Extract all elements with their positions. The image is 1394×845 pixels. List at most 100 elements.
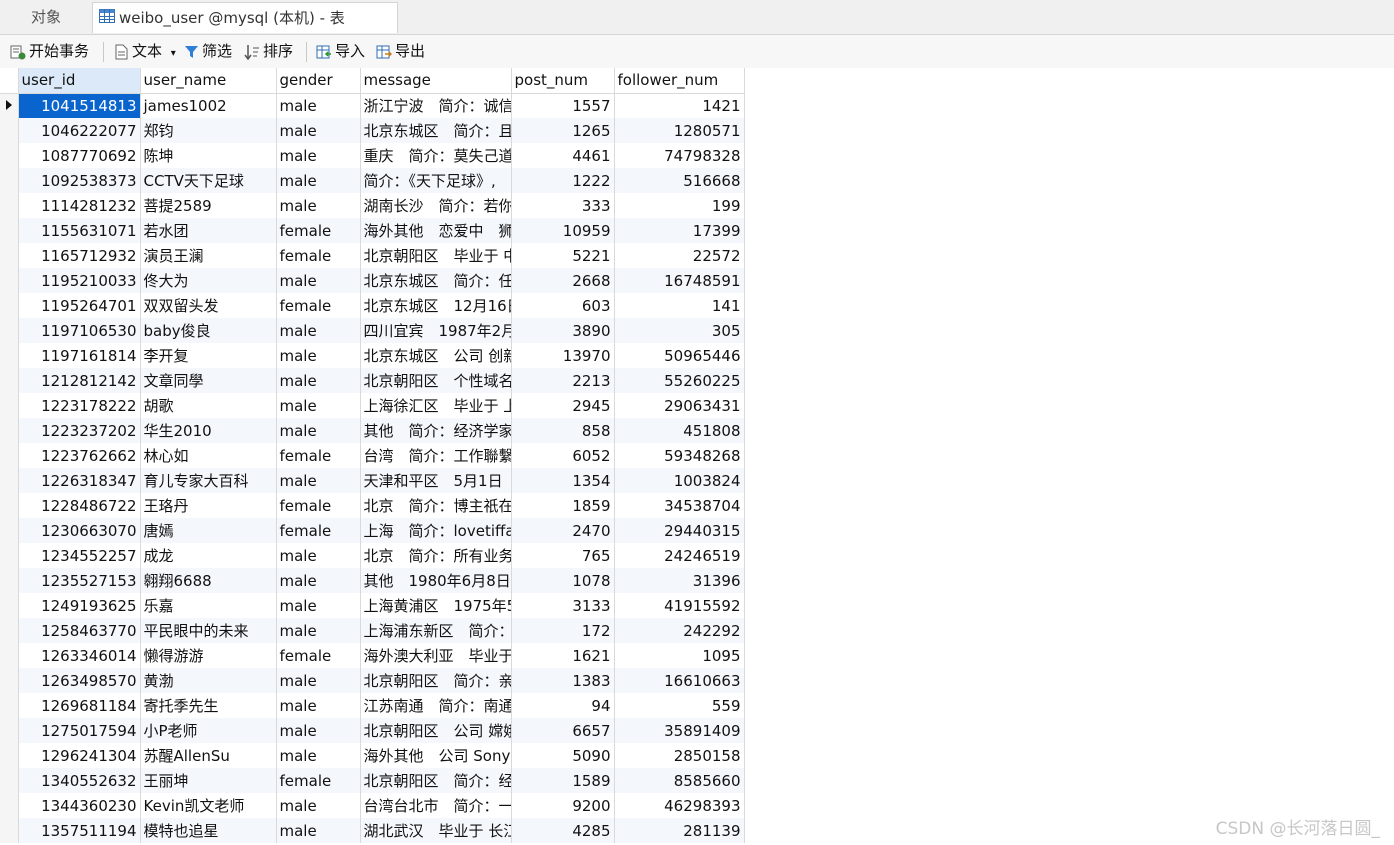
table-row[interactable]: 1195264701 双双留头发 female 北京东城区 12月16日 603 141 [0, 293, 745, 318]
cell-user-id[interactable]: 1223178222 [18, 393, 141, 418]
cell-post-num[interactable]: 2213 [511, 368, 615, 393]
cell-follower-num[interactable]: 16748591 [614, 268, 745, 293]
cell-user-id[interactable]: 1165712932 [18, 243, 141, 268]
cell-post-num[interactable]: 13970 [511, 343, 615, 368]
cell-user-id[interactable]: 1223237202 [18, 418, 141, 443]
table-row[interactable]: 1249193625 乐嘉 male 上海黄浦区 1975年5 3133 41915592 [0, 593, 745, 618]
cell-message[interactable]: 上海黄浦区 1975年5 [360, 593, 512, 618]
cell-post-num[interactable]: 2668 [511, 268, 615, 293]
cell-follower-num[interactable]: 22572 [614, 243, 745, 268]
row-marker[interactable] [0, 743, 19, 768]
cell-message[interactable]: 上海 简介：lovetiffany [360, 518, 512, 543]
table-row[interactable]: 1223762662 林心如 female 台湾 简介：工作聯繫 6052 5934826… [0, 443, 745, 468]
filter-button[interactable]: 筛选 [184, 35, 232, 68]
cell-user-name[interactable]: 唐嫣 [140, 518, 277, 543]
cell-gender[interactable]: male [276, 543, 361, 568]
row-marker[interactable] [0, 793, 19, 818]
cell-gender[interactable]: male [276, 743, 361, 768]
table-row[interactable]: 1234552257 成龙 male 北京 简介：所有业务 765 24246519 [0, 543, 745, 568]
cell-gender[interactable]: male [276, 343, 361, 368]
cell-user-id[interactable]: 1275017594 [18, 718, 141, 743]
cell-post-num[interactable]: 9200 [511, 793, 615, 818]
cell-message[interactable]: 北京朝阳区 公司 嫦娥 [360, 718, 512, 743]
cell-user-name[interactable]: 寄托季先生 [140, 693, 277, 718]
cell-gender[interactable]: male [276, 818, 361, 843]
cell-message[interactable]: 重庆 简介：莫失己道 [360, 143, 512, 168]
cell-gender[interactable]: female [276, 443, 361, 468]
cell-follower-num[interactable]: 59348268 [614, 443, 745, 468]
cell-user-id[interactable]: 1155631071 [18, 218, 141, 243]
row-marker[interactable] [0, 593, 19, 618]
cell-message[interactable]: 四川宜宾 1987年2月 [360, 318, 512, 343]
cell-user-id[interactable]: 1263346014 [18, 643, 141, 668]
cell-message[interactable]: 北京东城区 12月16日 [360, 293, 512, 318]
row-marker[interactable] [0, 468, 19, 493]
cell-gender[interactable]: male [276, 268, 361, 293]
cell-post-num[interactable]: 4461 [511, 143, 615, 168]
row-marker[interactable] [0, 768, 19, 793]
cell-gender[interactable]: female [276, 218, 361, 243]
cell-user-name[interactable]: 菩提2589 [140, 193, 277, 218]
cell-follower-num[interactable]: 35891409 [614, 718, 745, 743]
cell-follower-num[interactable]: 50965446 [614, 343, 745, 368]
cell-gender[interactable]: male [276, 593, 361, 618]
cell-user-id[interactable]: 1230663070 [18, 518, 141, 543]
cell-user-name[interactable]: 王珞丹 [140, 493, 277, 518]
cell-user-id[interactable]: 1228486722 [18, 493, 141, 518]
cell-user-id[interactable]: 1092538373 [18, 168, 141, 193]
row-marker[interactable] [0, 368, 19, 393]
cell-gender[interactable]: female [276, 643, 361, 668]
table-row[interactable]: 1087770692 陈坤 male 重庆 简介：莫失己道 4461 74798328 [0, 143, 745, 168]
row-marker[interactable] [0, 118, 19, 143]
cell-follower-num[interactable]: 29440315 [614, 518, 745, 543]
cell-user-name[interactable]: 郑钧 [140, 118, 277, 143]
row-marker[interactable] [0, 568, 19, 593]
cell-user-id[interactable]: 1212812142 [18, 368, 141, 393]
cell-follower-num[interactable]: 8585660 [614, 768, 745, 793]
cell-follower-num[interactable]: 1095 [614, 643, 745, 668]
row-marker[interactable] [0, 443, 19, 468]
cell-user-id[interactable]: 1258463770 [18, 618, 141, 643]
cell-message[interactable]: 台湾 简介：工作聯繫 [360, 443, 512, 468]
cell-gender[interactable]: male [276, 393, 361, 418]
row-marker[interactable] [0, 518, 19, 543]
cell-user-id[interactable]: 1046222077 [18, 118, 141, 143]
cell-follower-num[interactable]: 1280571 [614, 118, 745, 143]
cell-user-name[interactable]: 黄渤 [140, 668, 277, 693]
cell-follower-num[interactable]: 242292 [614, 618, 745, 643]
row-marker[interactable] [0, 693, 19, 718]
table-row[interactable]: 1041514813 james1002 male 浙江宁波 简介：诚信 1557 142… [0, 93, 745, 118]
cell-message[interactable]: 简介：《天下足球》, [360, 168, 512, 193]
cell-user-name[interactable]: Kevin凯文老师 [140, 793, 277, 818]
cell-user-id[interactable]: 1340552632 [18, 768, 141, 793]
export-button[interactable]: 导出 [376, 35, 425, 68]
column-header-message[interactable]: message [360, 68, 512, 94]
cell-user-id[interactable]: 1263498570 [18, 668, 141, 693]
cell-gender[interactable]: male [276, 168, 361, 193]
cell-message[interactable]: 北京朝阳区 毕业于 中 [360, 243, 512, 268]
cell-user-id[interactable]: 1226318347 [18, 468, 141, 493]
cell-user-id[interactable]: 1269681184 [18, 693, 141, 718]
cell-post-num[interactable]: 3133 [511, 593, 615, 618]
cell-post-num[interactable]: 3890 [511, 318, 615, 343]
begin-transaction-button[interactable]: 开始事务 [10, 35, 89, 68]
cell-user-name[interactable]: 文章同學 [140, 368, 277, 393]
table-row[interactable]: 1046222077 郑钧 male 北京东城区 简介：且 1265 1280571 [0, 118, 745, 143]
sort-button[interactable]: 排序 [244, 35, 293, 68]
row-marker[interactable] [0, 668, 19, 693]
cell-post-num[interactable]: 172 [511, 618, 615, 643]
column-header-user-name[interactable]: user_name [140, 68, 277, 94]
cell-gender[interactable]: male [276, 143, 361, 168]
row-marker[interactable] [0, 418, 19, 443]
table-row[interactable]: 1228486722 王珞丹 female 北京 简介：博主祇在 1859 3453870… [0, 493, 745, 518]
row-marker[interactable] [0, 343, 19, 368]
cell-message[interactable]: 台湾台北市 简介：一 [360, 793, 512, 818]
cell-user-name[interactable]: 陈坤 [140, 143, 277, 168]
cell-message[interactable]: 北京朝阳区 简介：经 [360, 768, 512, 793]
cell-gender[interactable]: male [276, 193, 361, 218]
cell-post-num[interactable]: 4285 [511, 818, 615, 843]
cell-gender[interactable]: male [276, 718, 361, 743]
cell-post-num[interactable]: 10959 [511, 218, 615, 243]
table-row[interactable]: 1340552632 王丽坤 female 北京朝阳区 简介：经 1589 8585660 [0, 768, 745, 793]
tab-objects[interactable]: 对象 [0, 2, 92, 33]
